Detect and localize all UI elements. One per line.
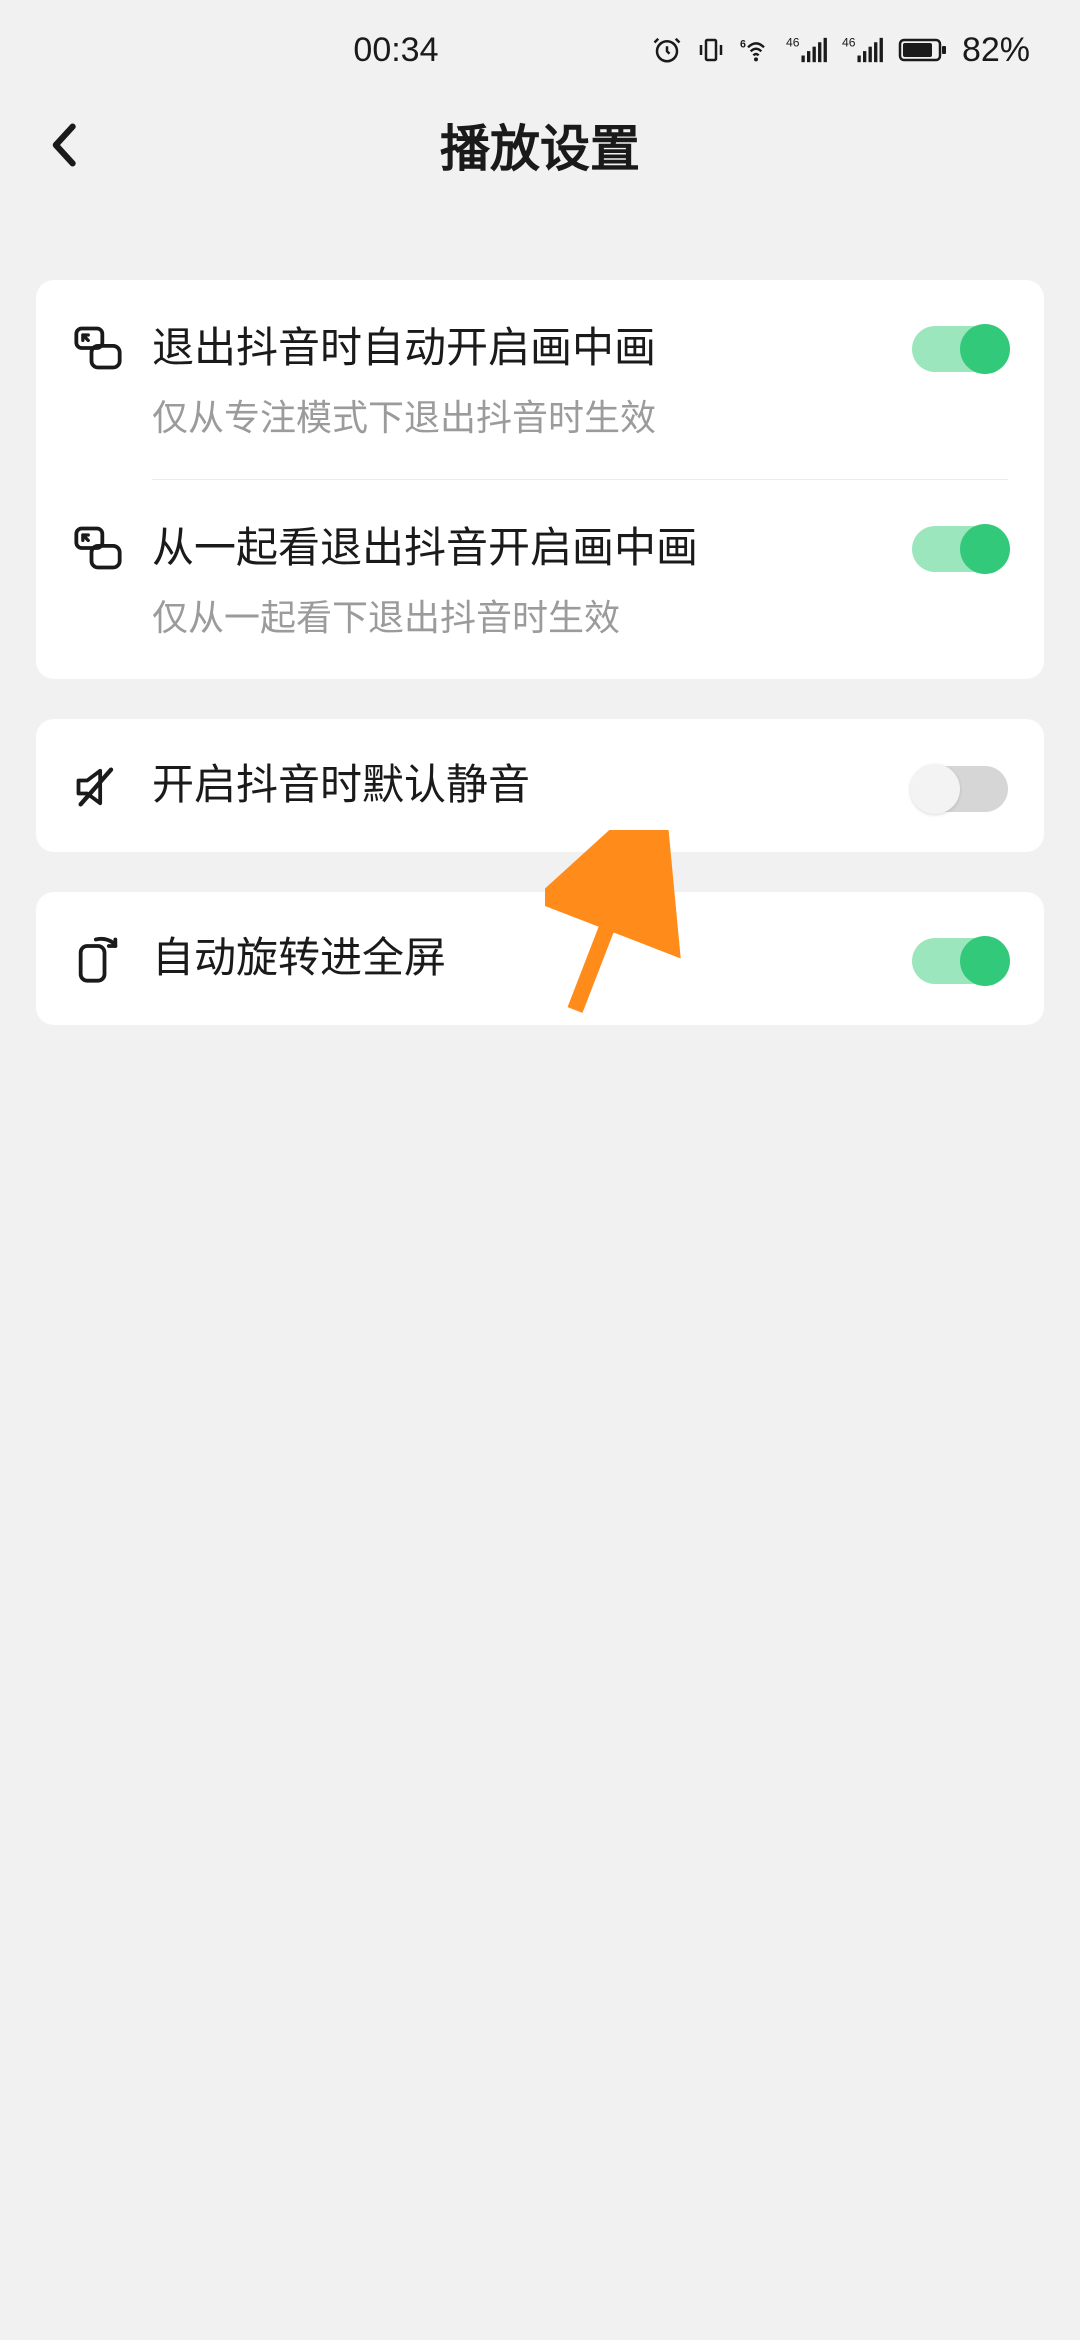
svg-text:6: 6 xyxy=(740,38,746,50)
setting-title: 退出抖音时自动开启画中画 xyxy=(152,320,884,377)
mute-icon xyxy=(72,761,124,813)
setting-row-exit-pip[interactable]: 退出抖音时自动开启画中画 仅从专注模式下退出抖音时生效 xyxy=(72,280,1008,479)
svg-text:46: 46 xyxy=(842,36,856,50)
battery-icon xyxy=(898,37,948,63)
pip-icon xyxy=(72,522,124,574)
toggle-exit-pip[interactable] xyxy=(912,326,1008,372)
setting-title: 开启抖音时默认静音 xyxy=(152,757,884,814)
vibrate-icon xyxy=(696,35,726,65)
svg-text:46: 46 xyxy=(786,36,800,50)
setting-row-watch-together-pip[interactable]: 从一起看退出抖音开启画中画 仅从一起看下退出抖音时生效 xyxy=(72,480,1008,679)
alarm-icon xyxy=(652,35,682,65)
status-indicators: 6 46 46 xyxy=(652,31,1030,70)
setting-subtitle: 仅从一起看下退出抖音时生效 xyxy=(152,593,884,643)
battery-percent: 82% xyxy=(962,31,1030,70)
setting-title: 自动旋转进全屏 xyxy=(152,930,884,987)
status-bar: 00:34 6 46 xyxy=(0,0,1080,90)
setting-title: 从一起看退出抖音开启画中画 xyxy=(152,520,884,577)
setting-row-default-mute[interactable]: 开启抖音时默认静音 xyxy=(72,719,1008,852)
settings-group-mute: 开启抖音时默认静音 xyxy=(36,719,1044,852)
settings-group-pip: 退出抖音时自动开启画中画 仅从专注模式下退出抖音时生效 从一起看退出抖音开启画中… xyxy=(36,280,1044,679)
rotate-icon xyxy=(72,933,124,985)
settings-content: 退出抖音时自动开启画中画 仅从专注模式下退出抖音时生效 从一起看退出抖音开启画中… xyxy=(0,200,1080,1025)
chevron-left-icon xyxy=(47,122,83,168)
back-button[interactable] xyxy=(40,120,90,170)
pip-icon xyxy=(72,322,124,374)
signal-1-icon: 46 xyxy=(786,35,828,65)
toggle-default-mute[interactable] xyxy=(912,766,1008,812)
page-title: 播放设置 xyxy=(440,109,640,181)
setting-subtitle: 仅从专注模式下退出抖音时生效 xyxy=(152,393,884,443)
wifi-icon: 6 xyxy=(740,36,772,64)
setting-row-auto-rotate[interactable]: 自动旋转进全屏 xyxy=(72,892,1008,1025)
header: 播放设置 xyxy=(0,90,1080,200)
toggle-watch-together-pip[interactable] xyxy=(912,526,1008,572)
signal-2-icon: 46 xyxy=(842,35,884,65)
settings-group-rotate: 自动旋转进全屏 xyxy=(36,892,1044,1025)
status-time: 00:34 xyxy=(50,31,652,70)
toggle-auto-rotate[interactable] xyxy=(912,938,1008,984)
